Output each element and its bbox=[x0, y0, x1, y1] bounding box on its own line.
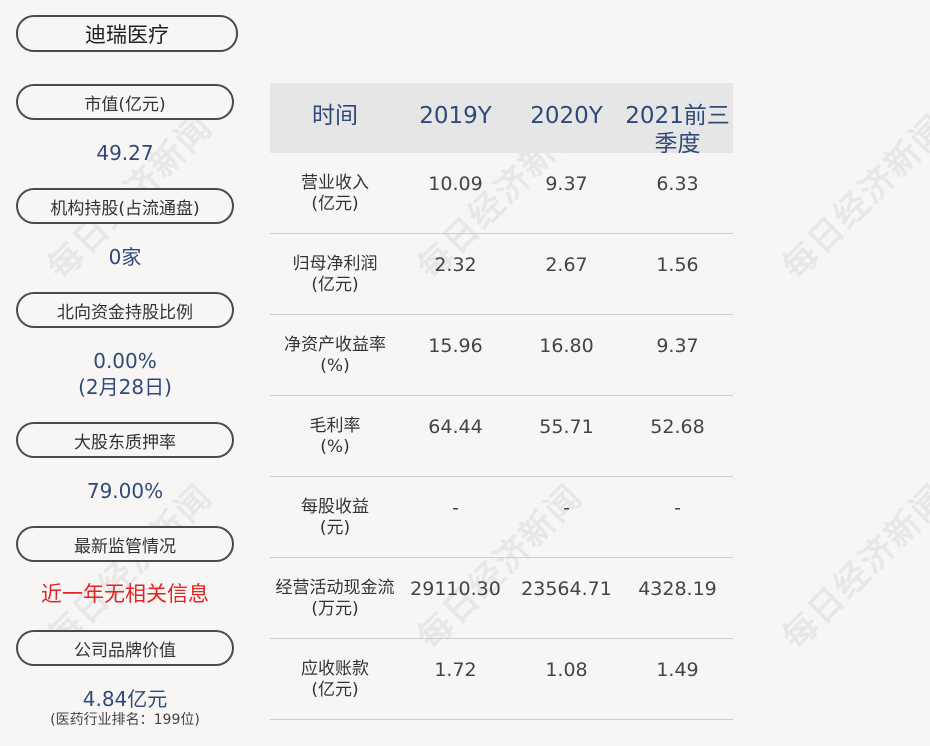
company-name-pill: 迪瑞医疗 bbox=[16, 15, 238, 52]
row-unit: (亿元) bbox=[311, 275, 359, 296]
row-label: 营业收入 (亿元) bbox=[270, 153, 400, 216]
regulatory-status-label: 最新监管情况 bbox=[16, 526, 234, 562]
northbound-ratio-label: 北向资金持股比例 bbox=[16, 292, 234, 328]
row-name: 营业收入 bbox=[301, 173, 369, 193]
cell-2020: 23564.71 bbox=[521, 578, 612, 600]
row-label: 归母净利润 (亿元) bbox=[270, 234, 400, 297]
institutional-holding-value: 0家 bbox=[108, 245, 142, 269]
cell-2020: 1.08 bbox=[545, 659, 588, 681]
row-label: 经营活动现金流 (万元) bbox=[270, 558, 400, 621]
cell-2019: 29110.30 bbox=[410, 578, 501, 600]
cell-2020: 55.71 bbox=[539, 416, 594, 438]
cell-2021: 6.33 bbox=[656, 173, 699, 195]
table-row: 净资产收益率 (%) 15.96 16.80 9.37 bbox=[270, 315, 733, 396]
header-2019: 2019Y bbox=[419, 103, 492, 129]
cell-2020: 9.37 bbox=[545, 173, 588, 195]
cell-2021: 9.37 bbox=[656, 335, 699, 357]
regulatory-status-value: 近一年无相关信息 bbox=[41, 582, 209, 606]
cell-2019: - bbox=[452, 497, 459, 519]
cell-2019: 64.44 bbox=[428, 416, 483, 438]
row-unit: (亿元) bbox=[311, 680, 359, 701]
row-name: 毛利率 bbox=[309, 416, 361, 436]
row-label: 应收账款 (亿元) bbox=[270, 639, 400, 702]
table-row: 营业收入 (亿元) 10.09 9.37 6.33 bbox=[270, 153, 733, 234]
cell-2021: - bbox=[674, 497, 681, 519]
cell-2021: 1.49 bbox=[656, 659, 699, 681]
header-time: 时间 bbox=[312, 103, 358, 129]
brand-value: 4.84亿元 (医药行业排名：199位) bbox=[16, 686, 234, 729]
row-name: 经营活动现金流 bbox=[275, 578, 395, 598]
northbound-ratio-date: (2月28日) bbox=[78, 375, 172, 399]
table-row: 应收账款 (亿元) 1.72 1.08 1.49 bbox=[270, 639, 733, 720]
row-name: 应收账款 bbox=[301, 659, 369, 679]
market-cap-value: 49.27 bbox=[96, 141, 154, 165]
pledge-ratio-value: 79.00% bbox=[86, 479, 164, 503]
watermark: 每日经济新闻 bbox=[774, 106, 930, 288]
cell-2020: 2.67 bbox=[545, 254, 588, 276]
table-row: 归母净利润 (亿元) 2.32 2.67 1.56 bbox=[270, 234, 733, 315]
table-row: 每股收益 (元) - - - bbox=[270, 477, 733, 558]
brand-value-amount: 4.84亿元 bbox=[82, 687, 168, 711]
row-name: 净资产收益率 bbox=[284, 335, 386, 355]
watermark: 每日经济新闻 bbox=[774, 476, 930, 658]
northbound-ratio-percent: 0.00% bbox=[93, 349, 157, 373]
institutional-holding-label: 机构持股(占流通盘) bbox=[16, 188, 234, 224]
northbound-ratio-value: 0.00% (2月28日) bbox=[16, 348, 234, 400]
cell-2019: 10.09 bbox=[428, 173, 483, 195]
row-name: 每股收益 bbox=[301, 497, 369, 517]
row-unit: (%) bbox=[320, 356, 350, 377]
table-row: 经营活动现金流 (万元) 29110.30 23564.71 4328.19 bbox=[270, 558, 733, 639]
pledge-ratio-label: 大股东质押率 bbox=[16, 422, 234, 458]
table-header: 时间 2019Y 2020Y 2021前三季度 bbox=[270, 83, 733, 157]
cell-2021: 1.56 bbox=[656, 254, 699, 276]
row-unit: (元) bbox=[319, 518, 351, 539]
cell-2020: - bbox=[563, 497, 570, 519]
brand-value-label: 公司品牌价值 bbox=[16, 630, 234, 666]
header-2021q3: 2021前三季度 bbox=[625, 103, 730, 157]
financial-table: 时间 2019Y 2020Y 2021前三季度 营业收入 (亿元) 10.09 9… bbox=[270, 83, 733, 720]
brand-value-rank: (医药行业排名：199位) bbox=[50, 712, 200, 728]
header-2020: 2020Y bbox=[530, 103, 603, 129]
table-row: 毛利率 (%) 64.44 55.71 52.68 bbox=[270, 396, 733, 477]
cell-2019: 15.96 bbox=[428, 335, 483, 357]
cell-2021: 52.68 bbox=[650, 416, 705, 438]
row-unit: (万元) bbox=[311, 599, 359, 620]
row-label: 净资产收益率 (%) bbox=[270, 315, 400, 378]
cell-2020: 16.80 bbox=[539, 335, 594, 357]
market-cap-label: 市值(亿元) bbox=[16, 84, 234, 120]
cell-2019: 1.72 bbox=[434, 659, 477, 681]
row-label: 毛利率 (%) bbox=[270, 396, 400, 459]
cell-2019: 2.32 bbox=[434, 254, 477, 276]
row-unit: (%) bbox=[320, 437, 350, 458]
row-label: 每股收益 (元) bbox=[270, 477, 400, 540]
row-unit: (亿元) bbox=[311, 194, 359, 215]
cell-2021: 4328.19 bbox=[638, 578, 717, 600]
row-name: 归母净利润 bbox=[292, 254, 378, 274]
